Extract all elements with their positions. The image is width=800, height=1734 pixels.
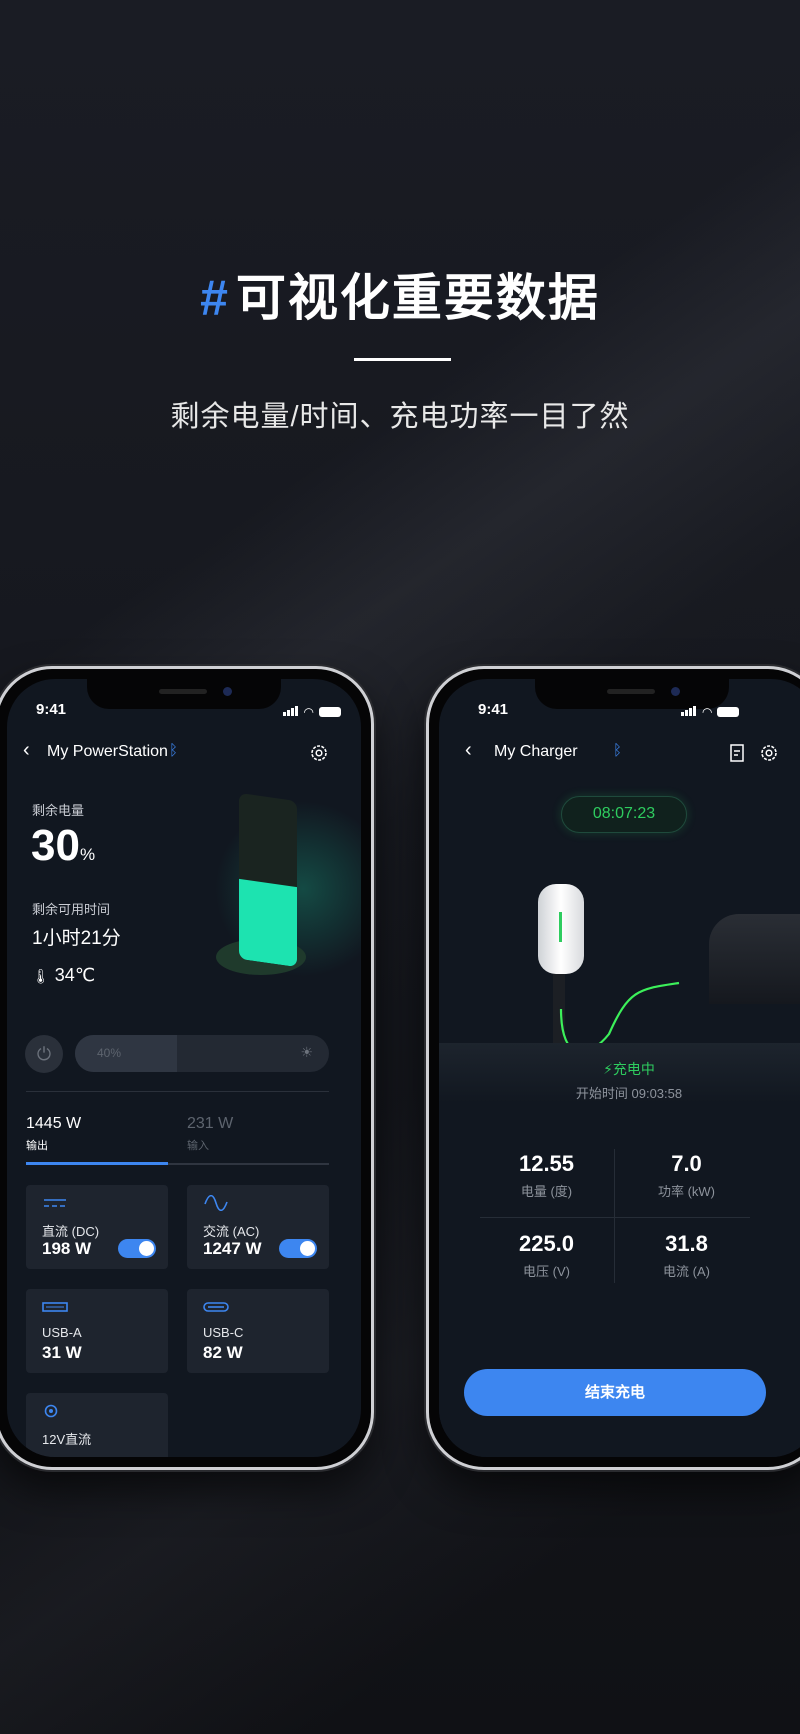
output-value: 82 W	[203, 1343, 243, 1362]
bluetooth-icon[interactable]: ᛒ	[613, 742, 622, 759]
light-slider[interactable]: 40% ☀	[75, 1035, 329, 1072]
usb-a-icon	[42, 1302, 68, 1312]
output-value: 1445 W	[26, 1115, 82, 1132]
power-button[interactable]: ⏻	[25, 1035, 63, 1073]
title-text: 可视化重要数据	[235, 270, 600, 326]
wifi-icon: ◠	[702, 705, 713, 719]
stat-energy: 12.55 电量 (度)	[479, 1151, 614, 1200]
tab-indicator	[26, 1162, 168, 1165]
charging-status-text: 充电中	[612, 1061, 655, 1077]
output-card-12v[interactable]: 12V直流	[26, 1393, 168, 1457]
output-name: 12V直流	[42, 1432, 92, 1447]
output-value: 31 W	[42, 1343, 82, 1362]
percent-number: 30	[31, 821, 80, 870]
back-icon[interactable]: ‹	[23, 739, 30, 762]
divider	[26, 1091, 329, 1092]
lightning-icon: ⚡	[603, 1061, 613, 1077]
percent-unit: %	[79, 845, 96, 864]
output-name: 直流 (DC)	[42, 1224, 100, 1239]
charger-illustration	[439, 859, 800, 1059]
charging-cable	[559, 981, 680, 1054]
page-title: My Charger	[494, 743, 578, 760]
title-underline	[354, 358, 451, 361]
light-slider-fill	[75, 1035, 177, 1072]
hero-subtitle: 剩余电量/时间、充电功率一目了然	[170, 401, 630, 433]
tab-output[interactable]: 1445 W 输出	[26, 1115, 81, 1153]
input-value: 231 W	[187, 1115, 234, 1132]
output-name: USB-A	[42, 1325, 82, 1340]
stat-label: 电量 (度)	[520, 1184, 573, 1199]
signal-icon	[681, 703, 697, 721]
dc-icon	[44, 1199, 66, 1207]
tab-track	[26, 1162, 329, 1165]
remaining-value: 30%	[31, 821, 95, 871]
battery-fill	[239, 879, 297, 968]
dc-toggle[interactable]	[118, 1239, 156, 1258]
status-time: 9:41	[36, 701, 67, 718]
tab-input[interactable]: 231 W 输入	[187, 1115, 233, 1153]
output-card-usb-c[interactable]: USB-C 82 W	[187, 1289, 329, 1373]
output-card-usb-a[interactable]: USB-A 31 W	[26, 1289, 168, 1373]
stat-power: 7.0 功率 (kW)	[619, 1151, 754, 1200]
ac-wave-icon	[204, 1195, 228, 1211]
powerstation-screen: 9:41 ◠ ‹ My PowerStation ᛒ 剩余电量 30% 剩余可用…	[7, 679, 361, 1457]
stat-label: 电流 (A)	[663, 1264, 710, 1279]
stat-label: 电压 (V)	[523, 1264, 570, 1279]
output-card-ac[interactable]: 交流 (AC) 1247 W	[187, 1185, 329, 1269]
phone-powerstation: 9:41 ◠ ‹ My PowerStation ᛒ 剩余电量 30% 剩余可用…	[0, 666, 374, 1470]
stats-divider-v	[614, 1149, 615, 1283]
hero-title: # 可视化重要数据	[0, 258, 800, 330]
bluetooth-icon[interactable]: ᛒ	[169, 742, 178, 759]
phone-charger: 9:41 ◠ ‹ My Charger ᛒ 08:07:23 ⚡充电中 开始时间…	[426, 666, 800, 1470]
info-panel: ⚡充电中 开始时间 09:03:58 12.55 电量 (度) 7.0 功率 (kW…	[439, 1043, 800, 1457]
status-icons: ◠	[681, 703, 740, 721]
output-label: 输出	[26, 1140, 48, 1152]
back-icon[interactable]: ‹	[465, 739, 472, 762]
charger-screen: 9:41 ◠ ‹ My Charger ᛒ 08:07:23 ⚡充电中 开始时间…	[439, 679, 800, 1457]
output-name: USB-C	[203, 1325, 244, 1340]
light-slider-label: 40%	[97, 1046, 122, 1060]
remaining-label: 剩余电量	[32, 803, 85, 818]
stat-voltage: 225.0 电压 (V)	[479, 1231, 614, 1280]
stats-divider-h	[480, 1217, 750, 1218]
output-value: 198 W	[42, 1239, 92, 1258]
output-value: 1247 W	[203, 1239, 262, 1258]
stat-value: 225.0	[518, 1231, 575, 1256]
gear-icon[interactable]	[759, 743, 779, 763]
output-card-dc[interactable]: 直流 (DC) 198 W	[26, 1185, 168, 1269]
status-icons: ◠	[282, 703, 341, 721]
time-label: 剩余可用时间	[32, 902, 111, 917]
thermometer-icon: 🌡	[32, 968, 50, 984]
signal-icon	[282, 703, 299, 721]
status-time: 9:41	[478, 701, 509, 718]
battery-status-icon	[319, 707, 341, 717]
document-icon[interactable]	[729, 744, 745, 762]
temperature: 🌡 34℃	[32, 965, 95, 986]
output-name: 交流 (AC)	[203, 1224, 260, 1239]
end-charging-button[interactable]: 结束充电	[464, 1369, 766, 1416]
stat-value: 12.55	[518, 1151, 575, 1176]
stat-value: 31.8	[665, 1231, 708, 1256]
hash-mark: #	[200, 270, 230, 326]
battery-level-graphic	[239, 792, 297, 968]
dc-port-icon	[44, 1404, 58, 1418]
notch	[87, 679, 281, 709]
start-time: 开始时间 09:03:58	[575, 1086, 683, 1101]
ac-toggle[interactable]	[279, 1239, 317, 1258]
stat-value: 7.0	[671, 1151, 702, 1176]
charging-timer: 08:07:23	[561, 796, 687, 833]
battery-status-icon	[717, 707, 740, 717]
stat-label: 功率 (kW)	[657, 1184, 716, 1199]
temperature-value: 34℃	[54, 965, 96, 985]
bulb-icon: ☀	[300, 1044, 313, 1060]
gear-icon[interactable]	[309, 743, 329, 763]
page-title: My PowerStation	[47, 743, 168, 760]
stat-current: 31.8 电流 (A)	[619, 1231, 754, 1280]
time-value: 1小时21分	[32, 928, 121, 949]
usb-c-icon	[203, 1302, 229, 1312]
input-label: 输入	[187, 1140, 209, 1152]
charging-status: ⚡充电中	[439, 1059, 800, 1079]
wifi-icon: ◠	[303, 705, 314, 719]
